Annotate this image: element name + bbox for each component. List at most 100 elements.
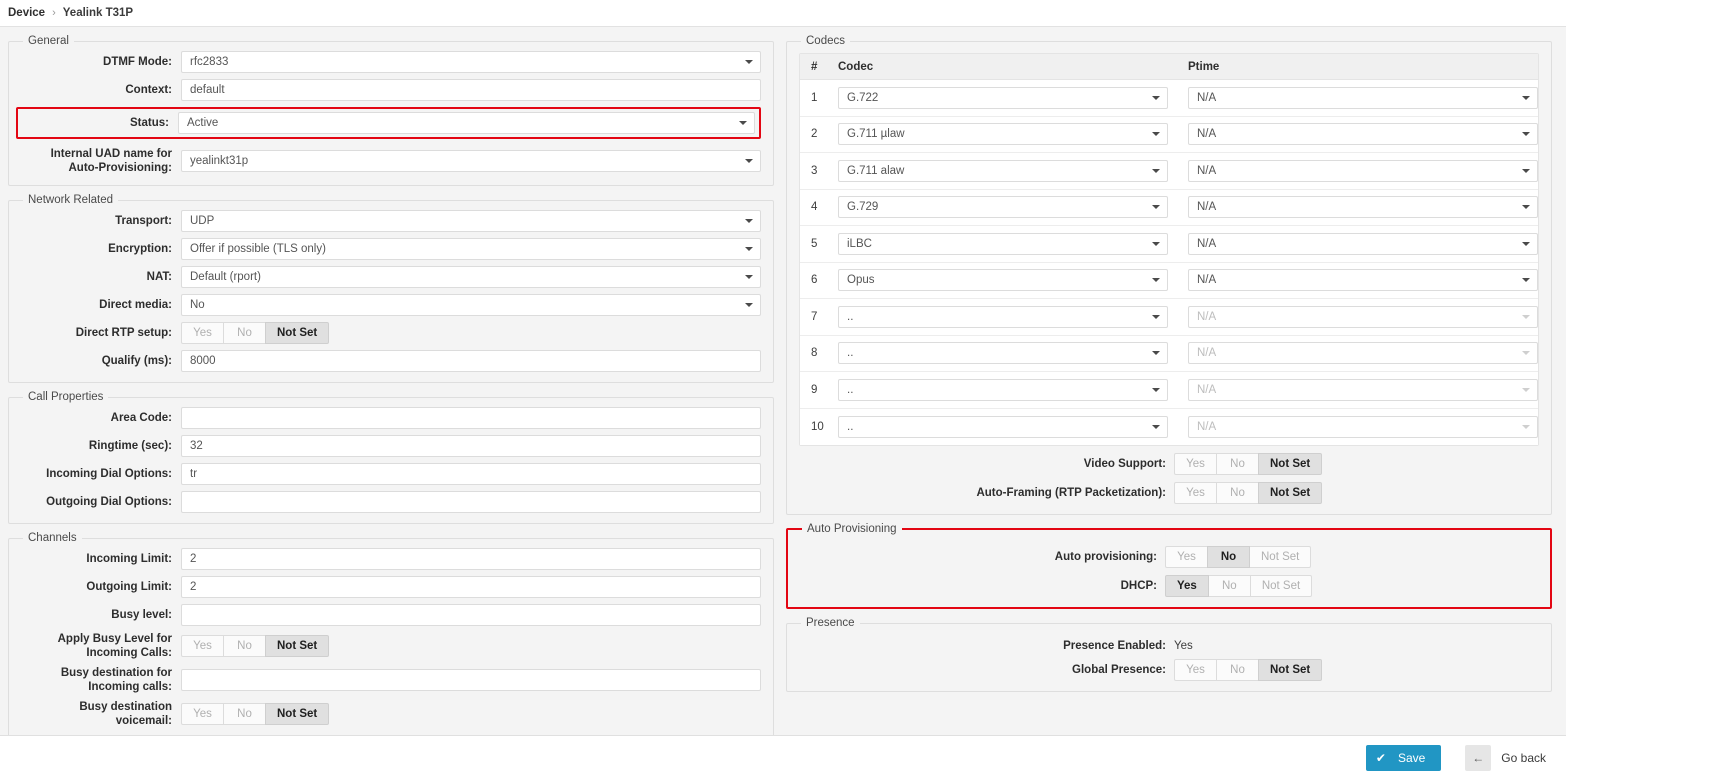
go-back-button[interactable]: ← Go back <box>1465 744 1546 771</box>
chevron-down-icon <box>1522 424 1530 429</box>
auto-provisioning-notset[interactable]: Not Set <box>1249 546 1312 568</box>
global-presence-notset[interactable]: Not Set <box>1258 659 1323 681</box>
global-presence-no[interactable]: No <box>1216 659 1259 681</box>
busy-destination-voicemail-yes[interactable]: Yes <box>181 703 224 725</box>
transport-label: Transport: <box>115 215 172 227</box>
incoming-dial-options-input[interactable]: tr <box>181 463 761 485</box>
direct-media-label: Direct media: <box>99 299 172 311</box>
codec-value: G.711 alaw <box>847 164 905 177</box>
nat-select[interactable]: Default (rport) <box>181 266 761 288</box>
status-select[interactable]: Active <box>178 112 755 134</box>
dhcp-notset[interactable]: Not Set <box>1249 575 1313 597</box>
direct-rtp-setup-yes[interactable]: Yes <box>181 322 224 344</box>
chevron-down-icon <box>1522 387 1530 392</box>
codec-select[interactable]: G.722 <box>838 86 1168 109</box>
ptime-value: N/A <box>1197 128 1217 141</box>
ptime-select[interactable]: N/A <box>1188 123 1538 146</box>
codec-index: 3 <box>811 164 818 177</box>
codec-select[interactable]: .. <box>838 305 1168 328</box>
row-direct-media: Direct media: No <box>21 294 761 316</box>
chevron-down-icon <box>1522 314 1530 319</box>
ringtime-input[interactable]: 32 <box>181 435 761 457</box>
codec-select[interactable]: Opus <box>838 269 1168 292</box>
row-nat: NAT: Default (rport) <box>21 266 761 288</box>
ptime-value: N/A <box>1197 201 1217 214</box>
codec-value: .. <box>847 420 854 433</box>
auto-framing-yes[interactable]: Yes <box>1174 482 1217 504</box>
ptime-select[interactable]: N/A <box>1188 86 1538 109</box>
busy-level-input[interactable] <box>181 604 761 626</box>
ptime-select[interactable]: N/A <box>1188 159 1538 182</box>
codecs-section: Codecs # Codec Ptime 1 G.722 N/A 2 G.711 µla… <box>786 35 1552 515</box>
qualify-input[interactable]: 8000 <box>181 350 761 372</box>
codec-index: 4 <box>811 201 818 214</box>
busy-destination-voicemail-no[interactable]: No <box>223 703 266 725</box>
status-value: Active <box>187 117 219 129</box>
dtmf-mode-select[interactable]: rfc2833 <box>181 51 761 73</box>
row-outgoing-dial-options: Outgoing Dial Options: <box>21 491 761 513</box>
apply-busy-level-notset[interactable]: Not Set <box>265 635 330 657</box>
go-back-label: Go back <box>1501 750 1546 765</box>
direct-media-select[interactable]: No <box>181 294 761 316</box>
auto-framing-notset[interactable]: Not Set <box>1258 482 1323 504</box>
chevron-down-icon <box>745 159 753 163</box>
transport-select[interactable]: UDP <box>181 210 761 232</box>
ptime-select[interactable]: N/A <box>1188 269 1538 292</box>
context-label: Context: <box>125 84 172 96</box>
auto-provisioning-yes[interactable]: Yes <box>1165 546 1208 568</box>
check-icon: ✔ <box>1375 750 1386 765</box>
video-support-yes[interactable]: Yes <box>1174 453 1217 475</box>
codec-row: 1 G.722 N/A <box>800 80 1538 117</box>
codec-row: 6 Opus N/A <box>800 262 1538 299</box>
breadcrumb-device-link[interactable]: Device <box>8 7 45 19</box>
codec-select[interactable]: iLBC <box>838 232 1168 255</box>
dhcp-no[interactable]: No <box>1207 575 1251 597</box>
global-presence-yes[interactable]: Yes <box>1174 659 1217 681</box>
auto-framing-no[interactable]: No <box>1216 482 1259 504</box>
auto-provisioning-no[interactable]: No <box>1207 546 1250 568</box>
video-support-notset[interactable]: Not Set <box>1258 453 1323 475</box>
codec-select[interactable]: .. <box>838 415 1168 438</box>
outgoing-dial-options-label: Outgoing Dial Options: <box>46 496 172 508</box>
incoming-dial-options-value: tr <box>190 468 198 480</box>
save-button[interactable]: ✔ Save <box>1365 744 1442 771</box>
video-support-no[interactable]: No <box>1216 453 1259 475</box>
codec-select[interactable]: .. <box>838 342 1168 365</box>
codec-select[interactable]: .. <box>838 378 1168 401</box>
dhcp-group: Yes No Not Set <box>1165 575 1313 597</box>
ptime-cell: N/A <box>1182 269 1538 292</box>
incoming-limit-input[interactable]: 2 <box>181 548 761 570</box>
ptime-value: N/A <box>1197 310 1217 323</box>
busy-destination-voicemail-group: Yes No Not Set <box>181 703 330 725</box>
network-related-section: Network Related Transport: UDP Encryptio… <box>8 194 774 383</box>
codec-value: G.722 <box>847 91 879 104</box>
apply-busy-level-yes[interactable]: Yes <box>181 635 224 657</box>
busy-destination-incoming-input[interactable] <box>181 669 761 691</box>
global-presence-group: Yes No Not Set <box>1174 659 1323 681</box>
context-input[interactable]: default <box>181 79 761 101</box>
codec-select[interactable]: G.711 alaw <box>838 159 1168 182</box>
page-body: General DTMF Mode: rfc2833 Context: defa… <box>0 27 1566 779</box>
ptime-select[interactable]: N/A <box>1188 196 1538 219</box>
direct-rtp-setup-group: Yes No Not Set <box>181 322 330 344</box>
encryption-value: Offer if possible (TLS only) <box>190 243 326 255</box>
codec-row: 7.. N/A <box>800 299 1538 336</box>
ptime-select[interactable]: N/A <box>1188 232 1538 255</box>
codec-select[interactable]: G.711 µlaw <box>838 123 1168 146</box>
codec-value: G.729 <box>847 201 879 214</box>
outgoing-limit-input[interactable]: 2 <box>181 576 761 598</box>
apply-busy-level-no[interactable]: No <box>223 635 266 657</box>
call-properties-section: Call Properties Area Code: Ringtime (sec… <box>8 391 774 524</box>
row-video-support: Video Support: Yes No Not Set <box>799 453 1539 475</box>
dhcp-yes[interactable]: Yes <box>1165 575 1209 597</box>
direct-rtp-setup-notset[interactable]: Not Set <box>265 322 330 344</box>
chevron-down-icon <box>1522 278 1530 283</box>
breadcrumb-current: Yealink T31P <box>62 7 134 19</box>
busy-destination-voicemail-notset[interactable]: Not Set <box>265 703 330 725</box>
codec-select[interactable]: G.729 <box>838 196 1168 219</box>
internal-uad-select[interactable]: yealinkt31p <box>181 150 761 172</box>
area-code-input[interactable] <box>181 407 761 429</box>
direct-rtp-setup-no[interactable]: No <box>223 322 266 344</box>
encryption-select[interactable]: Offer if possible (TLS only) <box>181 238 761 260</box>
outgoing-dial-options-input[interactable] <box>181 491 761 513</box>
